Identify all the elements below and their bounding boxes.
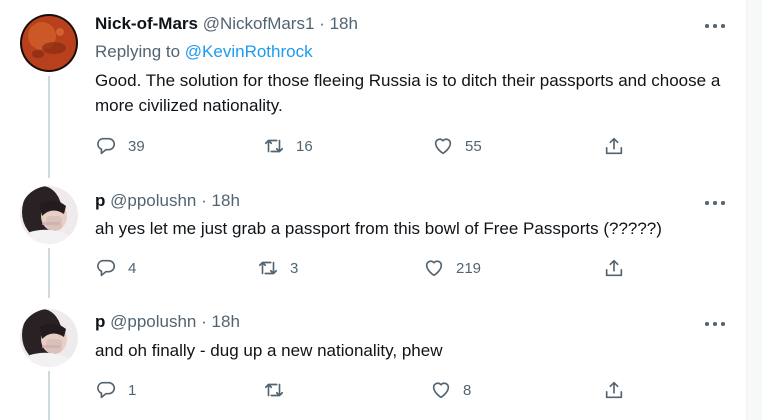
user-handle[interactable]: @NickofMars1 xyxy=(203,14,315,33)
page-scroll-edge xyxy=(746,0,762,420)
avatar[interactable] xyxy=(20,14,78,72)
like-button[interactable]: 55 xyxy=(432,134,482,158)
more-icon[interactable] xyxy=(703,315,727,331)
thread-line xyxy=(48,248,50,298)
more-icon[interactable] xyxy=(703,194,727,210)
reply-button[interactable]: 4 xyxy=(95,256,136,280)
like-button[interactable]: 219 xyxy=(423,256,481,280)
user-handle[interactable]: @ppolushn xyxy=(110,312,196,331)
retweet-button[interactable]: 3 xyxy=(257,256,298,280)
display-name[interactable]: Nick-of-Mars xyxy=(95,14,198,33)
timestamp[interactable]: 18h xyxy=(330,14,358,33)
timestamp[interactable]: 18h xyxy=(212,312,240,331)
tweet-text: and oh finally - dug up a new nationalit… xyxy=(95,341,443,360)
tweet-2[interactable]: p @ppolushn · 18h ah yes let me just gra… xyxy=(0,178,746,298)
reply-button[interactable]: 1 xyxy=(95,378,136,402)
heart-icon xyxy=(432,382,450,399)
retweet-button[interactable] xyxy=(263,378,296,402)
reply-icon xyxy=(97,137,115,155)
reply-count: 39 xyxy=(128,137,145,155)
replying-to-label: Replying to xyxy=(95,42,181,61)
user-handle[interactable]: @ppolushn xyxy=(110,191,196,210)
share-icon xyxy=(605,137,623,155)
heart-icon xyxy=(425,260,443,277)
separator-dot: · xyxy=(319,14,325,33)
avatar[interactable] xyxy=(20,309,78,367)
tweet-header: p @ppolushn · 18h xyxy=(95,191,240,211)
reply-count: 4 xyxy=(128,259,137,277)
reply-icon xyxy=(97,381,115,399)
share-button[interactable] xyxy=(603,378,625,402)
reply-count: 1 xyxy=(128,381,137,399)
display-name[interactable]: p xyxy=(95,312,105,331)
tweet-text: ah yes let me just grab a passport from … xyxy=(95,219,662,238)
more-icon[interactable] xyxy=(703,17,727,33)
retweet-icon xyxy=(264,139,284,153)
retweet-button[interactable]: 16 xyxy=(263,134,313,158)
retweet-icon xyxy=(258,261,278,275)
separator-dot: · xyxy=(201,191,207,210)
thread-line xyxy=(48,371,50,420)
share-button[interactable] xyxy=(603,134,625,158)
like-count: 219 xyxy=(456,259,482,277)
share-button[interactable] xyxy=(603,256,625,280)
reply-icon xyxy=(97,259,115,277)
like-count: 55 xyxy=(465,137,482,155)
replying-to: Replying to @KevinRothrock xyxy=(95,42,313,62)
avatar[interactable] xyxy=(20,186,78,244)
heart-icon xyxy=(434,138,452,155)
retweet-icon xyxy=(264,383,284,397)
tweet-text: Good. The solution for those fleeing Rus… xyxy=(95,71,721,115)
share-icon xyxy=(605,381,623,399)
tweet-1[interactable]: Nick-of-Mars @NickofMars1 · 18h Replying… xyxy=(0,0,746,178)
replying-to-handle-link[interactable]: @KevinRothrock xyxy=(185,42,313,61)
retweet-count: 3 xyxy=(290,259,299,277)
display-name[interactable]: p xyxy=(95,191,105,210)
retweet-count: 16 xyxy=(296,137,313,155)
like-button[interactable]: 8 xyxy=(430,378,471,402)
tweet-3[interactable]: p @ppolushn · 18h and oh finally - dug u… xyxy=(0,298,746,420)
thread-line xyxy=(48,76,50,178)
share-icon xyxy=(605,259,623,277)
like-count: 8 xyxy=(463,381,472,399)
tweet-header: p @ppolushn · 18h xyxy=(95,312,240,332)
timestamp[interactable]: 18h xyxy=(212,191,240,210)
tweet-header: Nick-of-Mars @NickofMars1 · 18h xyxy=(95,14,358,34)
reply-button[interactable]: 39 xyxy=(95,134,145,158)
separator-dot: · xyxy=(201,312,207,331)
